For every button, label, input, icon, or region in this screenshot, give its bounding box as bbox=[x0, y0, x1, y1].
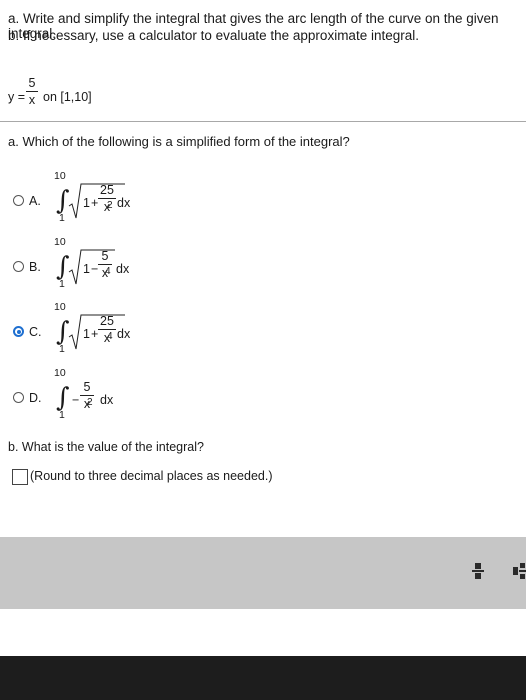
option-a-dx: dx bbox=[117, 196, 131, 210]
option-d-lower-limit: 1 bbox=[59, 409, 65, 421]
option-a-radio[interactable] bbox=[13, 195, 24, 206]
section-divider bbox=[0, 121, 526, 122]
option-a-upper-limit: 10 bbox=[54, 170, 66, 182]
part-a-prompt: a. Which of the following is a simplifie… bbox=[8, 134, 350, 149]
option-c-radio-selected[interactable] bbox=[13, 326, 24, 337]
option-a-exponent: 2 bbox=[107, 200, 113, 211]
option-d-integral-sign: ∫ bbox=[56, 383, 70, 413]
option-b-dx: dx bbox=[116, 262, 130, 276]
rounding-hint: (Round to three decimal places as needed… bbox=[30, 469, 273, 483]
option-a-letter: A. bbox=[29, 194, 41, 208]
option-c-upper-limit: 10 bbox=[54, 301, 66, 313]
option-d-exponent: 2 bbox=[87, 397, 93, 408]
option-a-lower-limit: 1 bbox=[59, 212, 65, 224]
option-b-integral-sign: ∫ bbox=[56, 252, 70, 282]
option-c-letter: C. bbox=[29, 325, 42, 339]
option-c-dx: dx bbox=[117, 327, 131, 341]
option-a-one: 1 bbox=[83, 196, 90, 210]
problem-line-b: b. If necessary, use a calculator to eva… bbox=[8, 28, 419, 43]
equation-numerator: 5 bbox=[28, 76, 36, 90]
option-d-upper-limit: 10 bbox=[54, 367, 66, 379]
equation-denominator: x bbox=[28, 93, 36, 107]
mixed-number-icon[interactable] bbox=[513, 562, 526, 580]
equation-interval: on [1,10] bbox=[43, 90, 92, 104]
equation-fraction: 5 x bbox=[26, 76, 38, 107]
bottom-bar bbox=[0, 656, 526, 700]
option-c-exponent: 4 bbox=[107, 331, 113, 342]
option-b-letter: B. bbox=[29, 260, 41, 274]
option-d-radio[interactable] bbox=[13, 392, 24, 403]
answer-input[interactable] bbox=[12, 469, 28, 485]
option-c-one: 1 bbox=[83, 327, 90, 341]
fraction-icon[interactable] bbox=[472, 562, 484, 580]
option-d-operator: − bbox=[72, 393, 80, 407]
option-b-lower-limit: 1 bbox=[59, 278, 65, 290]
option-b-upper-limit: 10 bbox=[54, 236, 66, 248]
math-toolbar bbox=[0, 537, 526, 609]
part-b-prompt: b. What is the value of the integral? bbox=[8, 440, 204, 454]
option-c-lower-limit: 1 bbox=[59, 343, 65, 355]
equation-lhs: y = bbox=[8, 90, 26, 104]
option-d-dx: dx bbox=[100, 393, 114, 407]
option-c-integral-sign: ∫ bbox=[56, 317, 70, 347]
option-d-letter: D. bbox=[29, 391, 42, 405]
option-a-integral-sign: ∫ bbox=[56, 186, 70, 216]
option-b-exponent: 4 bbox=[105, 266, 111, 277]
option-b-radio[interactable] bbox=[13, 261, 24, 272]
option-b-one: 1 bbox=[83, 262, 90, 276]
